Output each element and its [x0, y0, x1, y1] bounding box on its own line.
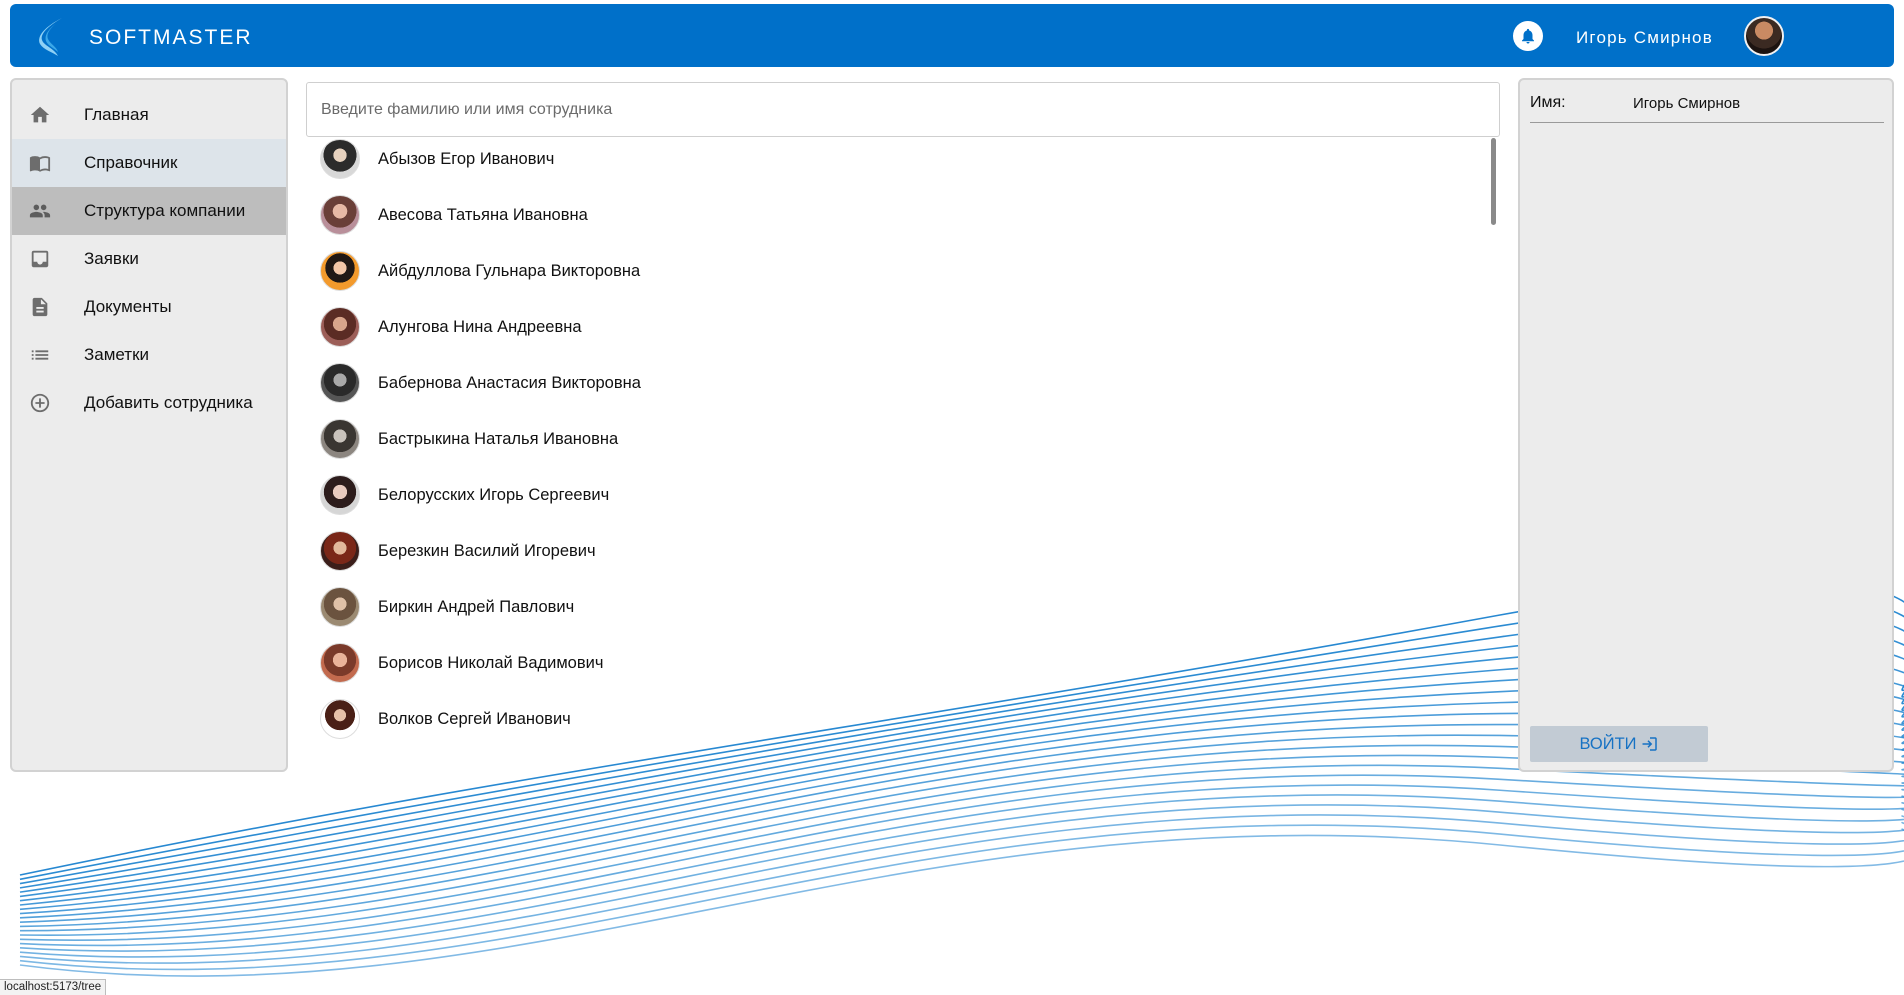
wave-line	[19, 764, 1904, 937]
avatar	[320, 363, 360, 403]
document-icon	[28, 295, 52, 319]
sidebar-item-company-structure[interactable]: Структура компании	[12, 187, 286, 235]
wave-line	[19, 784, 1904, 947]
search-input[interactable]	[306, 82, 1500, 137]
bell-icon[interactable]	[1513, 21, 1543, 51]
wave-line	[19, 744, 1904, 928]
list-scrollbar[interactable]	[1491, 138, 1496, 225]
avatar	[320, 251, 360, 291]
sidebar-item-directory[interactable]: Справочник	[12, 139, 286, 187]
avatar	[320, 139, 360, 179]
avatar	[320, 531, 360, 571]
sidebar-item-label: Заметки	[84, 345, 150, 364]
add-circle-icon	[28, 391, 52, 415]
app-header: SOFTMASTER Игорь Смирнов	[10, 4, 1894, 67]
avatar	[320, 587, 360, 627]
list-item[interactable]: Алунгова Нина Андреевна	[320, 305, 582, 349]
list-item[interactable]: Борисов Николай Вадимович	[320, 641, 603, 685]
wave-line	[19, 828, 1904, 977]
avatar[interactable]	[1744, 16, 1784, 56]
employee-name: Бастрыкина Наталья Ивановна	[378, 429, 619, 448]
name-label: Имя:	[1530, 94, 1566, 111]
sidebar-item-label: Справочник	[84, 153, 178, 172]
home-icon	[28, 103, 52, 127]
employee-name: Белорусских Игорь Сергеевич	[378, 485, 610, 504]
employee-list: Абызов Егор Иванович Авесова Татьяна Ива…	[306, 137, 1500, 757]
employee-name: Борисов Николай Вадимович	[378, 653, 604, 672]
divider	[1530, 122, 1884, 123]
sidebar-item-home[interactable]: Главная	[12, 91, 286, 139]
login-button-label: ВОЙТИ	[1579, 734, 1637, 753]
wave-line	[19, 794, 1904, 952]
sidebar-item-add-employee[interactable]: Добавить сотрудника	[12, 379, 286, 427]
book-icon	[28, 151, 52, 175]
employee-name: Абызов Егор Иванович	[378, 149, 555, 168]
avatar	[320, 307, 360, 347]
avatar	[320, 419, 360, 459]
employee-name: Бабернова Анастасия Викторовна	[378, 373, 641, 392]
employee-name: Биркин Андрей Павлович	[378, 597, 575, 616]
list-item[interactable]: Белорусских Игорь Сергеевич	[320, 473, 609, 517]
employee-name: Алунгова Нина Андреевна	[378, 317, 582, 336]
avatar	[320, 195, 360, 235]
current-user-name[interactable]: Игорь Смирнов	[1576, 28, 1713, 48]
employee-name: Айбдуллова Гульнара Викторовна	[378, 261, 641, 280]
list-item[interactable]: Абызов Егор Иванович	[320, 137, 554, 181]
sidebar-item-label: Добавить сотрудника	[84, 393, 253, 412]
inbox-icon	[28, 247, 52, 271]
people-icon	[28, 199, 52, 223]
avatar	[320, 699, 360, 739]
list-item[interactable]: Волков Сергей Иванович	[320, 697, 571, 741]
list-item[interactable]: Авесова Татьяна Ивановна	[320, 193, 588, 237]
list-item[interactable]: Бабернова Анастасия Викторовна	[320, 361, 641, 405]
sidebar-item-notes[interactable]: Заметки	[12, 331, 286, 379]
list-item[interactable]: Бастрыкина Наталья Ивановна	[320, 417, 618, 461]
list-item[interactable]: Айбдуллова Гульнара Викторовна	[320, 249, 640, 293]
avatar	[320, 643, 360, 683]
employee-name: Березкин Василий Игоревич	[378, 541, 596, 560]
login-icon	[1642, 737, 1657, 751]
sidebar-item-label: Документы	[84, 297, 172, 316]
employee-name: Авесова Татьяна Ивановна	[378, 205, 588, 224]
list-icon	[28, 343, 52, 367]
status-bar-url: localhost:5173/tree	[0, 979, 107, 995]
list-item[interactable]: Березкин Василий Игоревич	[320, 529, 596, 573]
sidebar-item-label: Главная	[84, 105, 149, 124]
sidebar-item-label: Заявки	[84, 249, 139, 268]
employee-name: Волков Сергей Иванович	[378, 709, 571, 728]
name-value: Игорь Смирнов	[1633, 95, 1741, 112]
list-item[interactable]: Биркин Андрей Павлович	[320, 585, 574, 629]
sidebar-item-documents[interactable]: Документы	[12, 283, 286, 331]
brand-name[interactable]: SOFTMASTER	[89, 26, 253, 50]
avatar	[320, 475, 360, 515]
login-button[interactable]: ВОЙТИ	[1530, 726, 1708, 762]
sidebar-item-label: Структура компании	[84, 201, 246, 220]
sidebar: Главная Справочник Структура компании За…	[10, 78, 288, 772]
employee-details-panel: Имя: Игорь Смирнов ВОЙТИ	[1518, 78, 1894, 772]
logo-icon[interactable]	[36, 16, 68, 58]
sidebar-item-requests[interactable]: Заявки	[12, 235, 286, 283]
